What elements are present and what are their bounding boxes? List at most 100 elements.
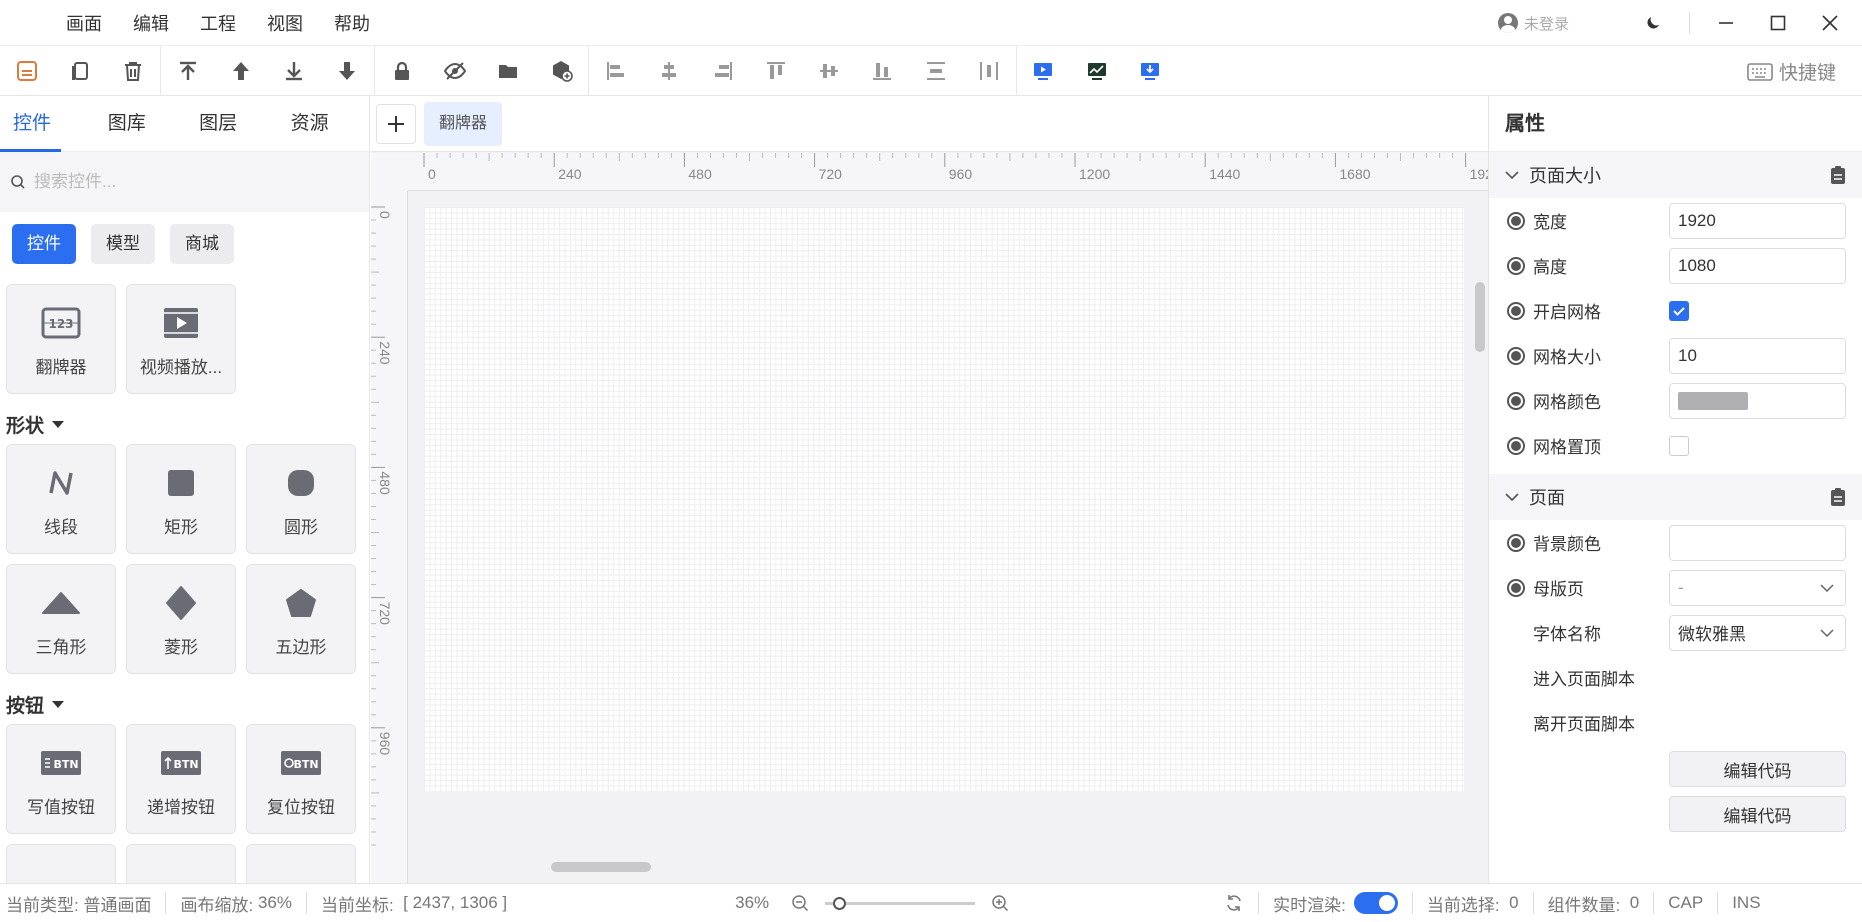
ruler-tick-label: 0 xyxy=(428,166,436,182)
edit-leave-script-button[interactable]: 编辑代码 xyxy=(1669,796,1846,832)
group-title: 页面大小 xyxy=(1529,166,1601,186)
clipboard-icon[interactable] xyxy=(1830,165,1846,185)
tab-resources[interactable]: 资源 xyxy=(278,96,369,152)
menu-help[interactable]: 帮助 xyxy=(334,10,370,36)
add-page-button[interactable] xyxy=(376,103,416,144)
zoom-slider[interactable] xyxy=(825,896,976,910)
add-component-button[interactable] xyxy=(535,46,588,96)
page-tab[interactable]: 翻牌器 xyxy=(424,101,503,146)
clipboard-icon[interactable] xyxy=(1830,487,1846,507)
binding-radio[interactable] xyxy=(1507,301,1525,320)
download-button[interactable] xyxy=(1123,46,1176,96)
delete-button[interactable] xyxy=(107,46,160,96)
shape-rectangle[interactable]: 矩形 xyxy=(126,444,236,554)
align-center-h-button[interactable] xyxy=(643,46,696,96)
shape-triangle[interactable]: 三角形 xyxy=(6,564,116,674)
binding-radio[interactable] xyxy=(1507,436,1525,455)
bring-forward-button[interactable] xyxy=(214,46,267,96)
shape-pentagon[interactable]: 五边形 xyxy=(246,564,356,674)
send-backward-button[interactable] xyxy=(321,46,374,96)
reset-button-icon: BTN xyxy=(279,741,323,785)
align-bottom-button[interactable] xyxy=(856,46,909,96)
dark-mode-button[interactable] xyxy=(1627,0,1679,46)
button-more[interactable] xyxy=(6,844,116,883)
grid-size-input[interactable]: 10 xyxy=(1669,337,1846,374)
align-center-v-button[interactable] xyxy=(802,46,855,96)
design-canvas[interactable] xyxy=(424,207,1464,791)
hide-button[interactable] xyxy=(428,46,481,96)
menu-canvas[interactable]: 画面 xyxy=(66,10,102,36)
shapes-section-header[interactable]: 形状 xyxy=(0,404,369,444)
bg-color-picker[interactable] xyxy=(1669,524,1846,561)
search-bar xyxy=(0,152,369,212)
widget-video-player[interactable]: 视频播放... xyxy=(126,284,236,394)
align-left-button[interactable] xyxy=(589,46,642,96)
align-top-button[interactable] xyxy=(749,46,802,96)
bring-to-front-button[interactable] xyxy=(161,46,214,96)
menu-view[interactable]: 视图 xyxy=(267,10,303,36)
align-right-button[interactable] xyxy=(696,46,749,96)
shortcut-button[interactable]: 快捷键 xyxy=(1747,58,1836,85)
zoom-out-icon[interactable] xyxy=(791,894,809,912)
page-group-header[interactable]: 页面 xyxy=(1489,474,1862,520)
binding-radio[interactable] xyxy=(1507,533,1525,552)
realtime-render-toggle[interactable] xyxy=(1353,892,1398,914)
monitor-button[interactable] xyxy=(1070,46,1123,96)
vertical-scrollbar[interactable] xyxy=(1475,282,1485,352)
binding-radio[interactable] xyxy=(1507,256,1525,275)
width-input[interactable]: 1920 xyxy=(1669,202,1846,239)
shape-circle[interactable]: 圆形 xyxy=(246,444,356,554)
zoom-in-icon[interactable] xyxy=(991,894,1009,912)
menu-edit[interactable]: 编辑 xyxy=(133,10,169,36)
binding-radio[interactable] xyxy=(1507,391,1525,410)
grid-enable-checkbox[interactable] xyxy=(1669,300,1689,321)
binding-radio[interactable] xyxy=(1507,211,1525,230)
open-folder-button[interactable] xyxy=(482,46,535,96)
save-button[interactable] xyxy=(0,46,53,96)
maximize-button[interactable] xyxy=(1752,0,1804,46)
tab-widgets[interactable]: 控件 xyxy=(0,96,61,152)
zoom-slider-handle[interactable] xyxy=(833,896,847,910)
search-input[interactable] xyxy=(34,172,334,192)
button-write-value[interactable]: BTN 写值按钮 xyxy=(6,724,116,834)
user-login[interactable]: 未登录 xyxy=(1497,13,1569,34)
preview-button[interactable] xyxy=(1017,46,1070,96)
button-reset[interactable]: BTN 复位按钮 xyxy=(246,724,356,834)
tab-gallery[interactable]: 图库 xyxy=(95,96,186,152)
shape-line[interactable]: 线段 xyxy=(6,444,116,554)
edit-enter-script-button[interactable]: 编辑代码 xyxy=(1669,751,1846,787)
refresh[interactable] xyxy=(1224,893,1244,913)
tab-layers[interactable]: 图层 xyxy=(186,96,277,152)
grid-color-picker[interactable] xyxy=(1669,382,1846,419)
grid-top-checkbox[interactable] xyxy=(1669,435,1689,456)
horizontal-scrollbar[interactable] xyxy=(551,862,651,872)
minimize-button[interactable] xyxy=(1700,0,1752,46)
ruler-tick-label: 1200 xyxy=(1079,166,1110,182)
binding-radio[interactable] xyxy=(1507,578,1525,597)
login-label: 未登录 xyxy=(1523,15,1569,33)
menu-project[interactable]: 工程 xyxy=(200,10,236,36)
category-widgets[interactable]: 控件 xyxy=(12,224,76,264)
buttons-section-header[interactable]: 按钮 xyxy=(0,684,369,724)
button-increment[interactable]: BTN 递增按钮 xyxy=(126,724,236,834)
left-tabs: 控件 图库 图层 资源 xyxy=(0,96,369,152)
button-more[interactable] xyxy=(246,844,356,883)
distribute-vertical-button[interactable] xyxy=(909,46,962,96)
distribute-horizontal-button[interactable] xyxy=(962,46,1015,96)
category-models[interactable]: 模型 xyxy=(91,224,155,264)
send-to-back-button[interactable] xyxy=(267,46,320,96)
shape-diamond[interactable]: 菱形 xyxy=(126,564,236,674)
close-button[interactable] xyxy=(1804,0,1856,46)
button-more[interactable] xyxy=(126,844,236,883)
monitor-chart-icon xyxy=(1087,62,1106,80)
binding-radio[interactable] xyxy=(1507,346,1525,365)
widget-flip-counter[interactable]: 123 翻牌器 xyxy=(6,284,116,394)
master-page-select[interactable]: - xyxy=(1669,569,1846,606)
font-select[interactable]: 微软雅黑 xyxy=(1669,614,1846,651)
copy-button[interactable] xyxy=(53,46,106,96)
page-size-group-header[interactable]: 页面大小 xyxy=(1489,152,1862,198)
lock-button[interactable] xyxy=(375,46,428,96)
status-realtime-render: 实时渲染: xyxy=(1273,891,1398,916)
category-store[interactable]: 商城 xyxy=(170,224,234,264)
height-input[interactable]: 1080 xyxy=(1669,247,1846,284)
